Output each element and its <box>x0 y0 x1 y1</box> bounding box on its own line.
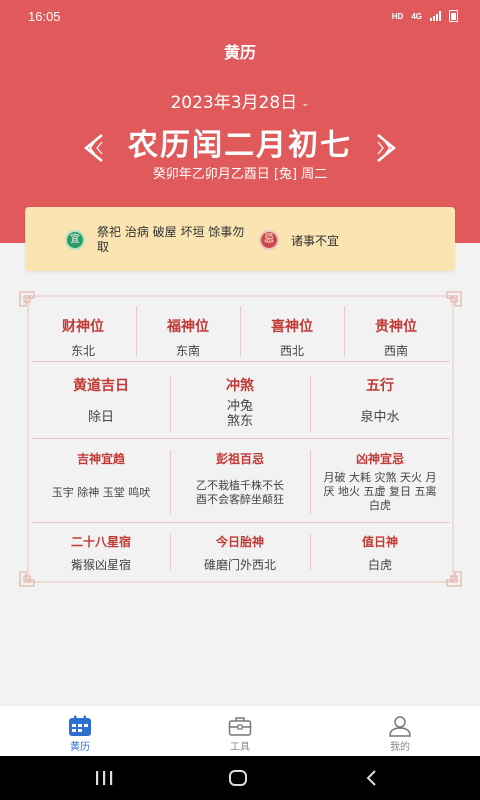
page-title: 黄历 <box>223 43 256 62</box>
cell-noble-god: 贵神位 西南 <box>344 316 448 359</box>
cell-value: 除日 <box>87 410 114 425</box>
hd-indicator: HD <box>391 11 404 21</box>
tab-label: 黄历 <box>70 742 90 753</box>
cell-head: 吉神宜趋 <box>76 452 125 466</box>
cell-value: 玉宇 除神 玉堂 鸣吠 <box>51 486 151 499</box>
status-time: 16:05 <box>28 9 61 24</box>
ji-badge: 忌 <box>259 230 279 250</box>
bottom-tab-bar: 黄历 工具 我的 <box>0 705 480 756</box>
divider <box>310 534 311 570</box>
cell-value-1: 月破 大耗 灾煞 天火 月 <box>323 471 437 484</box>
cell-lunar-mansion: 二十八星宿 觜猴凶星宿 <box>32 533 170 573</box>
divider <box>32 361 450 362</box>
cell-wealth-god: 财神位 东北 <box>32 316 134 359</box>
divider <box>32 522 450 523</box>
lunar-date-title: 农历闰二月初七 <box>128 128 352 163</box>
tab-almanac[interactable]: 黄历 <box>40 706 120 757</box>
yi-badge: 宜 <box>65 230 85 250</box>
back-icon[interactable] <box>364 769 378 787</box>
divider <box>310 376 311 432</box>
cell-value-3: 白虎 <box>369 499 391 512</box>
tab-label: 工具 <box>230 742 250 753</box>
cell-head: 二十八星宿 <box>70 535 131 549</box>
cell-value: 东北 <box>70 344 95 358</box>
user-icon <box>389 716 411 737</box>
divider <box>170 534 171 570</box>
yi-ji-card: 宜 祭祀 治病 破屋 坏垣 馀事勿取 忌 诸事不宜 <box>25 207 455 271</box>
cell-evil-gods: 凶神宜忌 月破 大耗 灾煞 天火 月 厌 地火 五虚 复日 五离 白虎 <box>310 450 450 513</box>
cell-head: 今日胎神 <box>215 535 264 549</box>
divider <box>32 438 450 439</box>
right-arrow-decoration-icon <box>377 134 396 162</box>
divider <box>170 450 171 514</box>
system-navigation-bar <box>0 756 480 800</box>
divider <box>240 306 241 356</box>
cell-value-2: 厌 地火 五虚 复日 五离 <box>323 485 437 498</box>
divider <box>344 306 345 356</box>
status-bar: 16:05 HD 4G <box>0 0 480 34</box>
cell-pengzu-taboo: 彭祖百忌 乙不栽植千株不长 酉不会客醉坐颠狂 <box>170 450 310 507</box>
cell-head: 冲煞 <box>226 378 254 394</box>
date-selector[interactable]: 2023年3月28日 ⌄ <box>0 88 480 113</box>
cell-value: 白虎 <box>367 558 392 572</box>
cell-five-elements: 五行 泉中水 <box>310 375 450 425</box>
cell-value-2: 酉不会客醉坐颠狂 <box>196 493 284 506</box>
cell-value-2: 煞东 <box>226 414 253 429</box>
calendar-icon <box>69 715 91 736</box>
cell-head: 彭祖百忌 <box>215 452 264 466</box>
battery-icon <box>449 10 458 22</box>
cell-head: 贵神位 <box>375 319 417 335</box>
cell-value: 东南 <box>175 344 200 358</box>
cell-value: 西北 <box>279 344 304 358</box>
divider <box>170 376 171 432</box>
cell-chongsha: 冲煞 冲兔 煞东 <box>170 375 310 429</box>
cell-auspicious-day: 黄道吉日 除日 <box>32 375 170 425</box>
cell-head: 财神位 <box>62 319 104 335</box>
recent-apps-icon[interactable] <box>94 770 114 786</box>
cell-joy-god: 喜神位 西北 <box>240 316 344 359</box>
network-type: 4G <box>411 11 422 21</box>
status-icons: HD 4G <box>392 10 458 22</box>
signal-icon <box>430 11 441 21</box>
selected-date: 2023年3月28日 <box>170 93 298 113</box>
cell-fetal-god: 今日胎神 碓磨门外西北 <box>170 533 310 573</box>
tab-mine[interactable]: 我的 <box>360 706 440 757</box>
ganzhi-line: 癸卯年乙卯月乙酉日 [兔] 周二 <box>152 167 328 182</box>
cell-fortune-god: 福神位 东南 <box>136 316 240 359</box>
cell-value: 泉中水 <box>360 410 400 425</box>
tab-label: 我的 <box>390 742 410 753</box>
cell-value-1: 乙不栽植千株不长 <box>196 479 284 492</box>
yi-text: 祭祀 治病 破屋 坏垣 馀事勿取 <box>97 225 245 254</box>
cell-value: 觜猴凶星宿 <box>70 558 131 572</box>
cell-value: 西南 <box>383 344 408 358</box>
divider <box>136 306 137 356</box>
cell-lucky-gods: 吉神宜趋 玉宇 除神 玉堂 鸣吠 <box>32 450 170 500</box>
chevron-down-icon: ⌄ <box>301 98 310 109</box>
cell-head: 凶神宜忌 <box>355 452 404 466</box>
divider <box>310 450 311 514</box>
ji-text: 诸事不宜 <box>291 234 340 248</box>
cell-head: 值日神 <box>361 535 398 549</box>
cell-duty-god: 值日神 白虎 <box>310 533 450 573</box>
cell-head: 福神位 <box>167 319 209 335</box>
cell-head: 黄道吉日 <box>73 378 129 394</box>
cell-head: 五行 <box>366 378 394 394</box>
cell-value: 碓磨门外西北 <box>203 558 276 572</box>
home-icon[interactable] <box>228 769 248 787</box>
tab-tools[interactable]: 工具 <box>200 706 280 757</box>
cell-head: 喜神位 <box>271 319 313 335</box>
cell-value-1: 冲兔 <box>226 399 253 414</box>
toolbox-icon <box>228 717 252 736</box>
almanac-panel: 财神位 东北 福神位 东南 喜神位 西北 贵神位 西南 黄道吉日 除日 冲煞 冲… <box>18 290 463 588</box>
